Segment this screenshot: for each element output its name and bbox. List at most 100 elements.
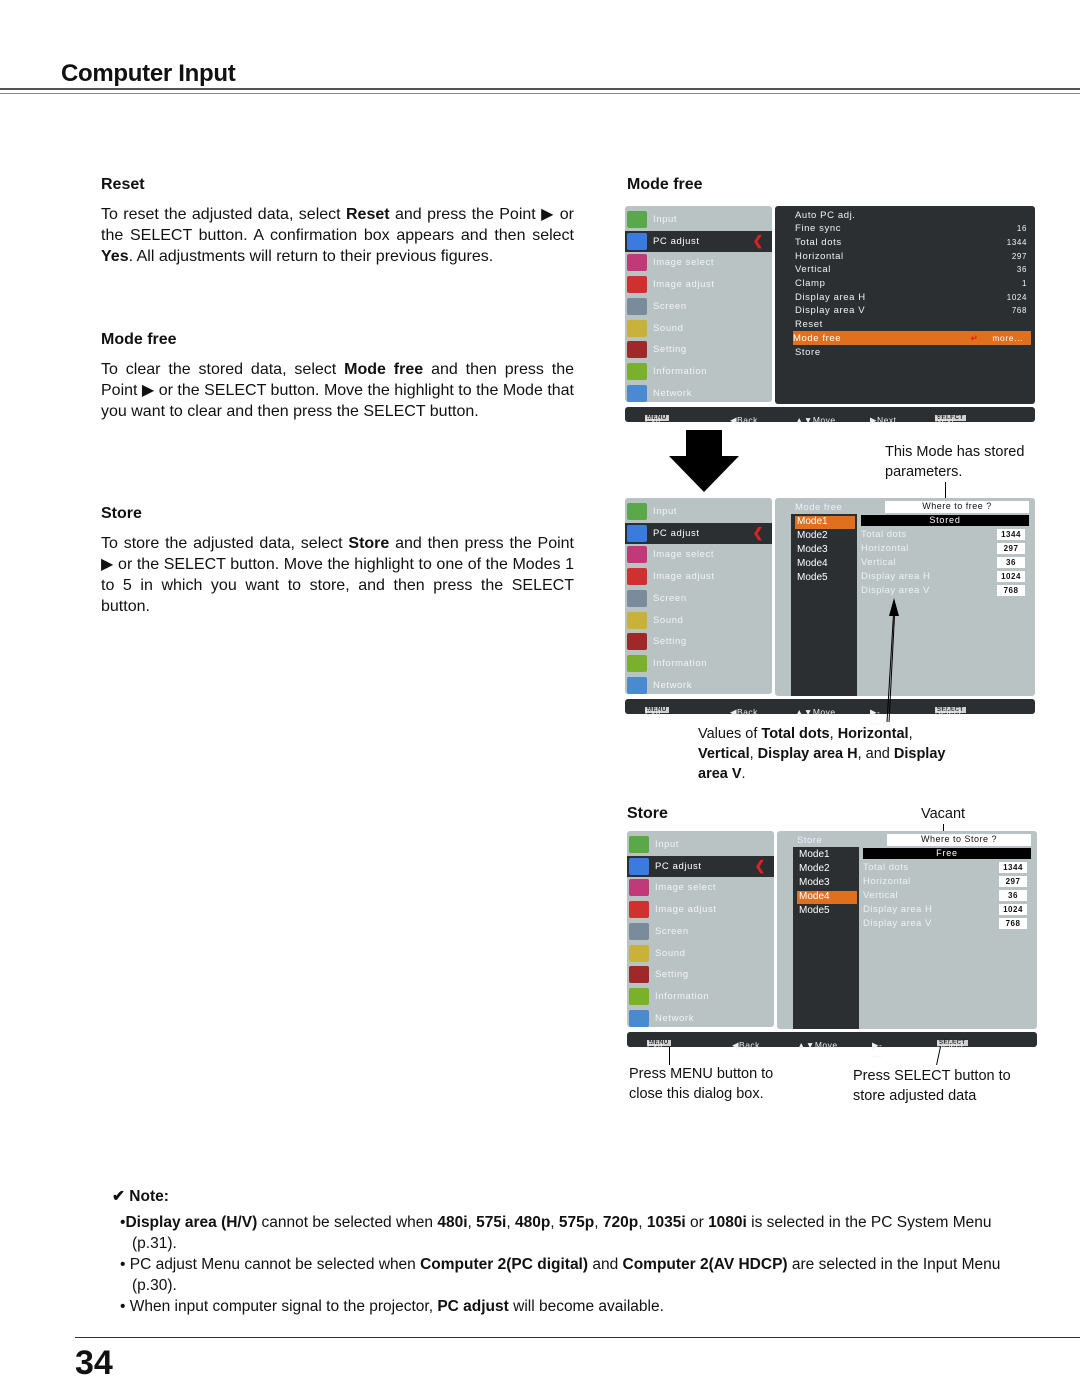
footer-hint-label: Next bbox=[935, 414, 955, 425]
sidebar-item-label: Sound bbox=[653, 614, 684, 626]
bold-term: Horizontal bbox=[837, 726, 909, 742]
param-label: Vertical bbox=[863, 890, 899, 901]
menu-item-store[interactable]: Store bbox=[795, 345, 1031, 359]
sidebar-item-image-adjust[interactable]: Image adjust bbox=[625, 274, 772, 295]
sidebar-item-image-adjust[interactable]: Image adjust bbox=[627, 899, 774, 920]
param-value: 36 bbox=[999, 890, 1027, 901]
sidebar-item-input[interactable]: Input bbox=[627, 834, 774, 855]
sidebar-item-information[interactable]: Information bbox=[625, 361, 772, 382]
text-run: , bbox=[638, 1214, 647, 1231]
sidebar-item-label: Input bbox=[653, 214, 678, 225]
sidebar-item-sound[interactable]: Sound bbox=[625, 318, 772, 339]
menu-item-label: Auto PC adj. bbox=[795, 209, 856, 221]
caption-select: Press SELECT button to store adjusted da… bbox=[853, 1068, 1011, 1104]
mode-item-4[interactable]: Mode4 bbox=[795, 558, 855, 571]
sidebar-item-image-select[interactable]: Image select bbox=[625, 252, 772, 273]
menu-item-reset[interactable]: Reset bbox=[795, 318, 1031, 332]
text-run: . All adjustments will return to their p… bbox=[128, 248, 494, 265]
sidebar-item-network[interactable]: Network bbox=[625, 383, 772, 404]
menu-item-auto-pc-adj[interactable]: Auto PC adj. bbox=[795, 208, 1031, 222]
sidebar-item-label: Network bbox=[653, 387, 693, 399]
param-label: Display area H bbox=[863, 904, 933, 915]
sidebar-item-pc-adjust[interactable]: PC adjust ❮ bbox=[625, 522, 772, 544]
menu-item-fine-sync[interactable]: Fine sync 16 bbox=[795, 222, 1031, 236]
dialog-panel: Store Where to Store ? Mode1 Mode2 Mode3 Mode… bbox=[777, 831, 1037, 1029]
sidebar-item-image-select[interactable]: Image select bbox=[627, 877, 774, 898]
param-row: Total dots 1344 bbox=[861, 529, 1029, 542]
mode-item-5[interactable]: Mode5 bbox=[797, 905, 857, 918]
bold-term: 720p bbox=[602, 1214, 639, 1231]
mode-item-3[interactable]: Mode3 bbox=[795, 544, 855, 557]
dialog-prompt: Where to free ? bbox=[885, 501, 1029, 513]
sidebar-item-sound[interactable]: Sound bbox=[625, 610, 772, 631]
mode-item-4[interactable]: Mode4 bbox=[797, 891, 857, 904]
sidebar-item-input[interactable]: Input bbox=[625, 501, 772, 522]
image-select-icon bbox=[629, 879, 649, 897]
text-run: To clear the stored data, select bbox=[101, 361, 345, 378]
sidebar-item-image-adjust[interactable]: Image adjust bbox=[625, 566, 772, 587]
mode-item-2[interactable]: Mode2 bbox=[795, 530, 855, 543]
sidebar-item-setting[interactable]: Setting bbox=[627, 964, 774, 985]
sidebar-item-network[interactable]: Network bbox=[627, 1008, 774, 1029]
sidebar-item-information[interactable]: Information bbox=[625, 653, 772, 674]
mode-item-1[interactable]: Mode1 bbox=[795, 516, 855, 529]
menu-item-label: Store bbox=[795, 346, 821, 358]
sidebar-item-setting[interactable]: Setting bbox=[625, 631, 772, 652]
screen-icon bbox=[627, 589, 647, 607]
sound-icon bbox=[627, 319, 647, 337]
sidebar-item-label: Setting bbox=[655, 969, 689, 981]
sidebar-item-image-select[interactable]: Image select bbox=[625, 544, 772, 565]
footer-hint-label: Exit bbox=[645, 414, 662, 425]
sidebar-item-pc-adjust[interactable]: PC adjust ❮ bbox=[627, 855, 774, 877]
param-value: 768 bbox=[997, 585, 1025, 596]
menu-item-value: 1 bbox=[1021, 279, 1027, 288]
sidebar-item-setting[interactable]: Setting bbox=[625, 339, 772, 360]
sidebar-item-input[interactable]: Input bbox=[625, 209, 772, 230]
mode-item-3[interactable]: Mode3 bbox=[797, 877, 857, 890]
sidebar-item-pc-adjust[interactable]: PC adjust ❮ bbox=[625, 230, 772, 252]
param-value: 1344 bbox=[999, 862, 1027, 873]
bold-term: Computer 2(PC digital) bbox=[420, 1256, 589, 1273]
sidebar-item-network[interactable]: Network bbox=[625, 675, 772, 696]
network-icon bbox=[627, 384, 647, 402]
text-run: will become available. bbox=[508, 1298, 664, 1315]
sidebar-item-screen[interactable]: Screen bbox=[625, 296, 772, 317]
mode-item-5[interactable]: Mode5 bbox=[795, 572, 855, 585]
menu-item-display-area-h[interactable]: Display area H 1024 bbox=[795, 290, 1031, 304]
menu-item-vertical[interactable]: Vertical 36 bbox=[795, 263, 1031, 277]
input-icon bbox=[627, 211, 647, 228]
footer-hint-label: ▲▼Move bbox=[795, 706, 836, 717]
pointer-left-icon: ❮ bbox=[752, 233, 764, 249]
menu-item-value: 297 bbox=[1011, 251, 1027, 261]
sidebar-item-screen[interactable]: Screen bbox=[625, 588, 772, 609]
sidebar-item-screen[interactable]: Screen bbox=[627, 921, 774, 942]
bold-term: Computer 2(AV HDCP) bbox=[622, 1256, 788, 1273]
param-value: 1344 bbox=[997, 529, 1025, 540]
menu-item-mode-free[interactable]: Mode free ↵ more... bbox=[793, 331, 1031, 346]
pc-adjust-icon bbox=[629, 857, 649, 875]
text-run: and bbox=[588, 1256, 623, 1273]
mode-item-1[interactable]: Mode1 bbox=[797, 849, 857, 862]
bold-term: Total dots bbox=[761, 726, 830, 742]
menu-item-clamp[interactable]: Clamp 1 bbox=[795, 277, 1031, 291]
menu-item-label: Mode free bbox=[793, 332, 842, 344]
menu-item-horizontal[interactable]: Horizontal 297 bbox=[795, 249, 1031, 263]
pointer-left-icon: ❮ bbox=[754, 858, 766, 874]
reset-text: To reset the adjusted data, select Reset… bbox=[101, 204, 574, 267]
sidebar-item-sound[interactable]: Sound bbox=[627, 943, 774, 964]
store-heading: Store bbox=[101, 505, 142, 522]
mode-status: Stored bbox=[861, 515, 1029, 526]
pc-adjust-icon bbox=[627, 524, 647, 542]
sidebar-item-label: Screen bbox=[653, 300, 687, 312]
bold-term: 575i bbox=[476, 1214, 507, 1231]
bold-term: Display area (H/V) bbox=[125, 1214, 258, 1231]
menu-item-display-area-v[interactable]: Display area V 768 bbox=[795, 304, 1031, 318]
mode-item-2[interactable]: Mode2 bbox=[797, 863, 857, 876]
text-run: , bbox=[467, 1214, 477, 1231]
sidebar-item-information[interactable]: Information bbox=[627, 986, 774, 1007]
osd-store-dialog: Input PC adjust ❮ Image select Image adjust S… bbox=[627, 831, 1037, 1071]
menu-item-total-dots[interactable]: Total dots 1344 bbox=[795, 235, 1031, 249]
param-row: Display area H 1024 bbox=[863, 904, 1031, 917]
param-label: Total dots bbox=[861, 529, 907, 540]
menu-item-label: Clamp bbox=[795, 278, 826, 289]
